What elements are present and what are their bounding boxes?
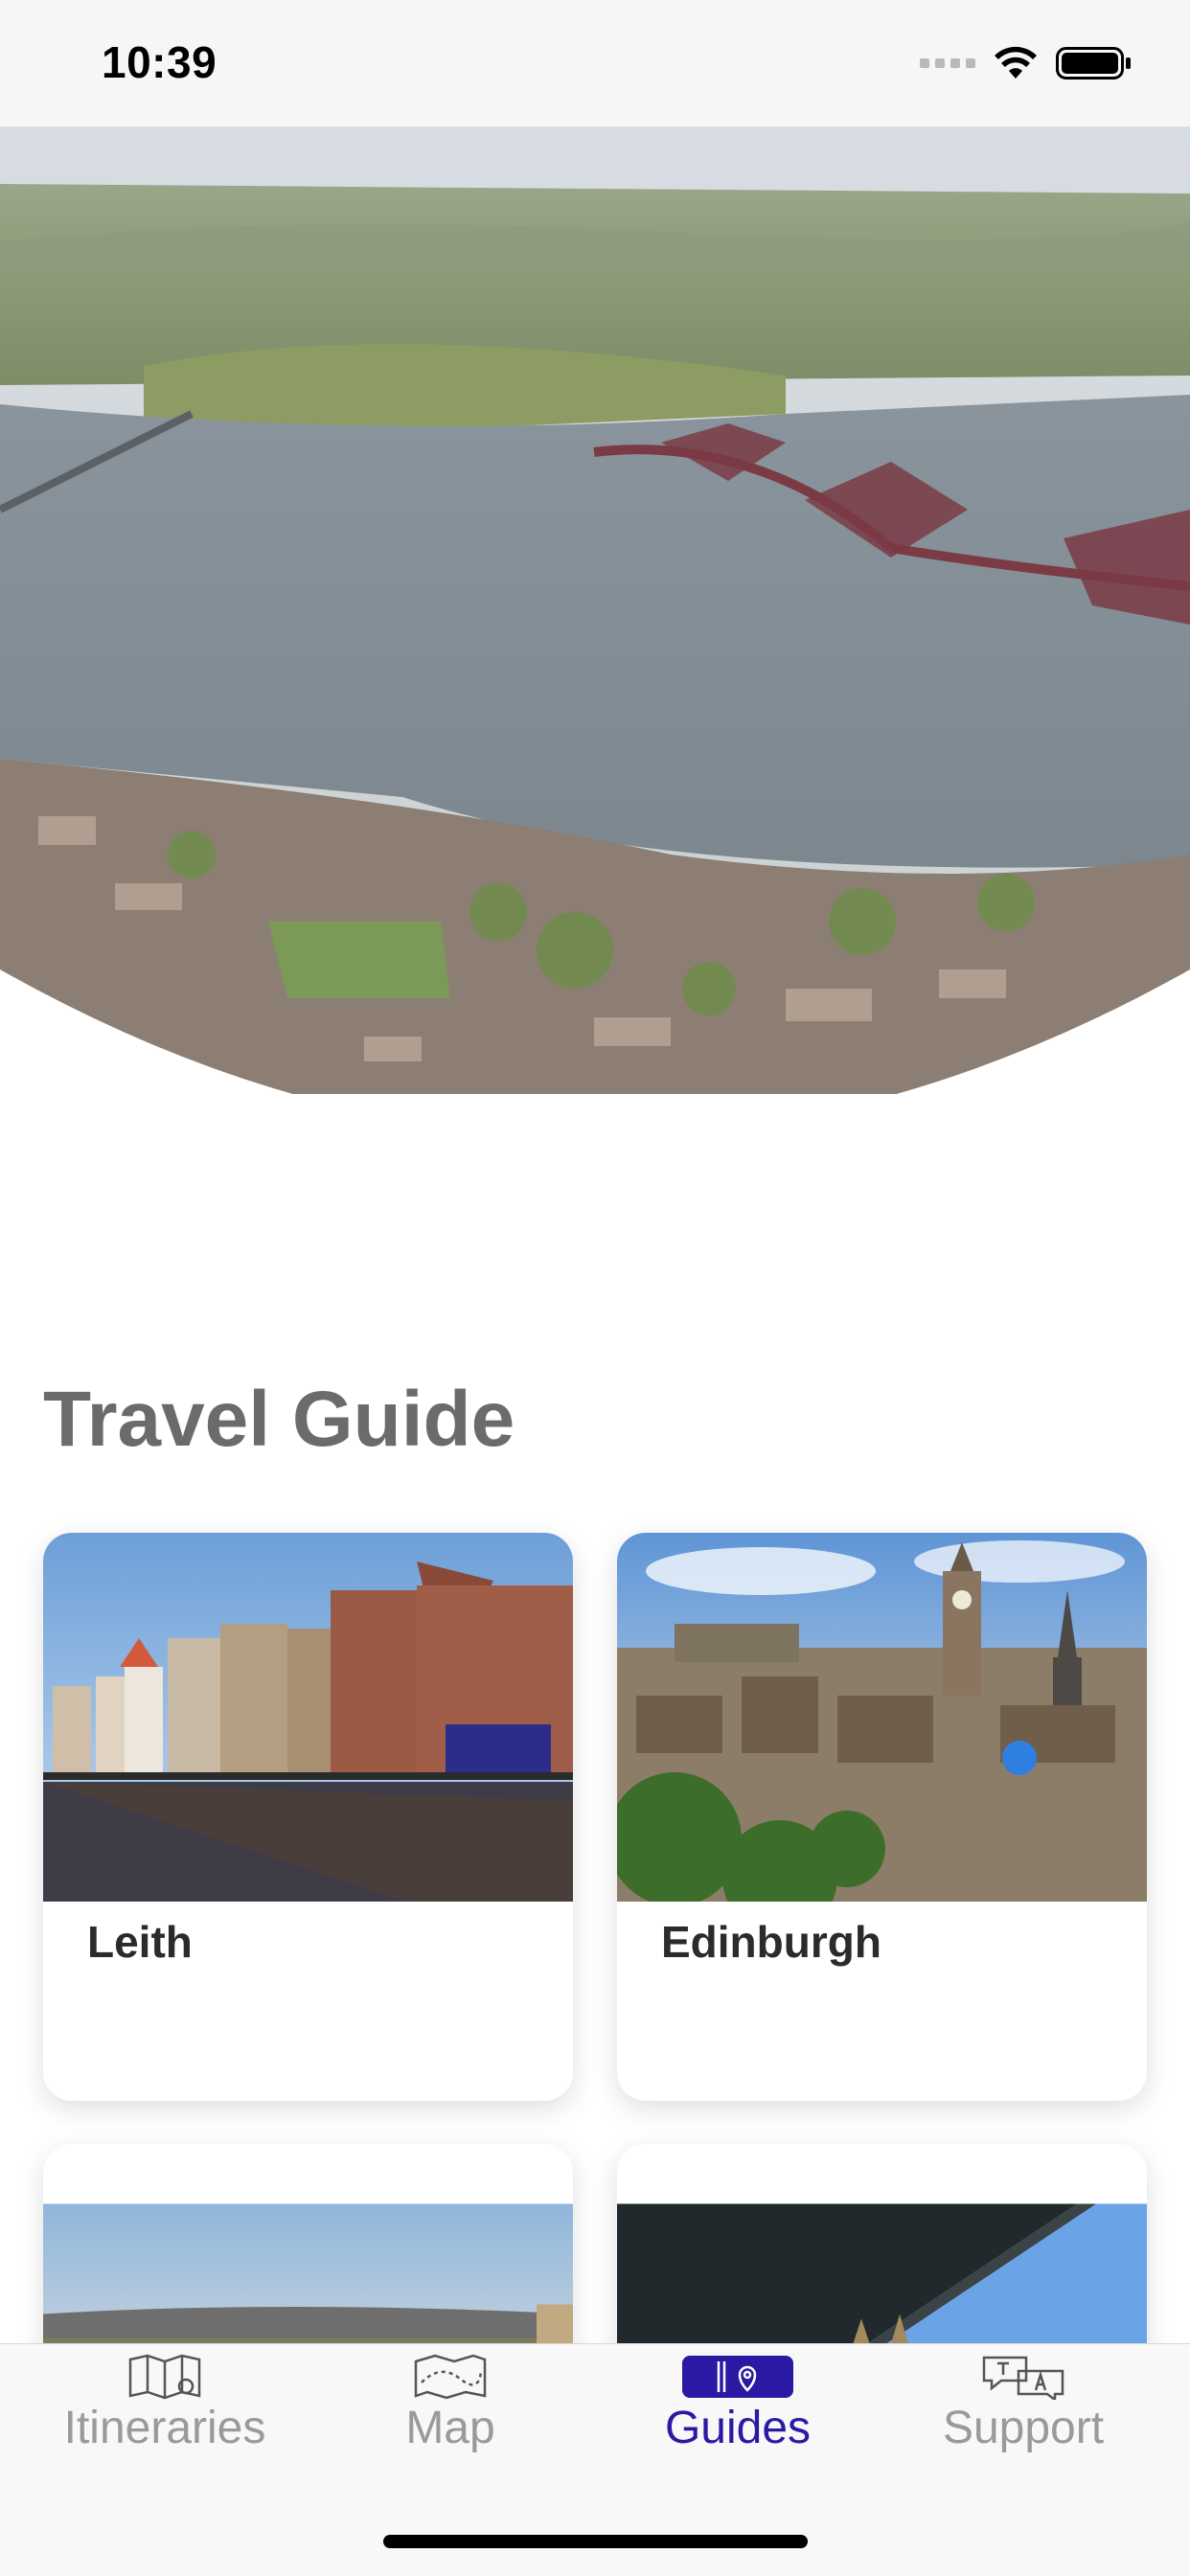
tab-guides[interactable]: Guides (594, 2344, 881, 2469)
map-itinerary-icon (128, 2354, 201, 2400)
tab-itineraries[interactable]: Itineraries (21, 2344, 309, 2469)
tab-label: Guides (664, 2403, 812, 2453)
edinburgh-image (617, 1533, 1147, 1902)
status-icons (920, 42, 1133, 84)
leith-image (43, 1533, 573, 1902)
tab-label: Map (405, 2403, 495, 2453)
guide-card-edinburgh[interactable]: Edinburgh (617, 1533, 1147, 2101)
wifi-icon (995, 46, 1037, 79)
battery-icon (1056, 47, 1131, 80)
guide-book-icon (682, 2356, 793, 2398)
tab-support[interactable]: Support (880, 2344, 1167, 2469)
tab-label: Support (942, 2403, 1105, 2453)
cellular-signal-icon (920, 58, 975, 68)
card-label: Edinburgh (661, 1917, 881, 1967)
status-time: 10:39 (102, 37, 217, 87)
home-indicator[interactable] (383, 2535, 808, 2548)
status-bar: 10:39 (0, 0, 1190, 126)
tab-map[interactable]: Map (307, 2344, 594, 2469)
card-label: Leith (87, 1917, 193, 1967)
tab-label: Itineraries (63, 2403, 266, 2453)
folded-map-icon (414, 2354, 487, 2400)
hero-image (0, 126, 1190, 1094)
guide-card-leith[interactable]: Leith (43, 1533, 573, 2101)
chat-translate-icon (982, 2356, 1064, 2400)
page-title: Travel Guide (43, 1376, 515, 1463)
